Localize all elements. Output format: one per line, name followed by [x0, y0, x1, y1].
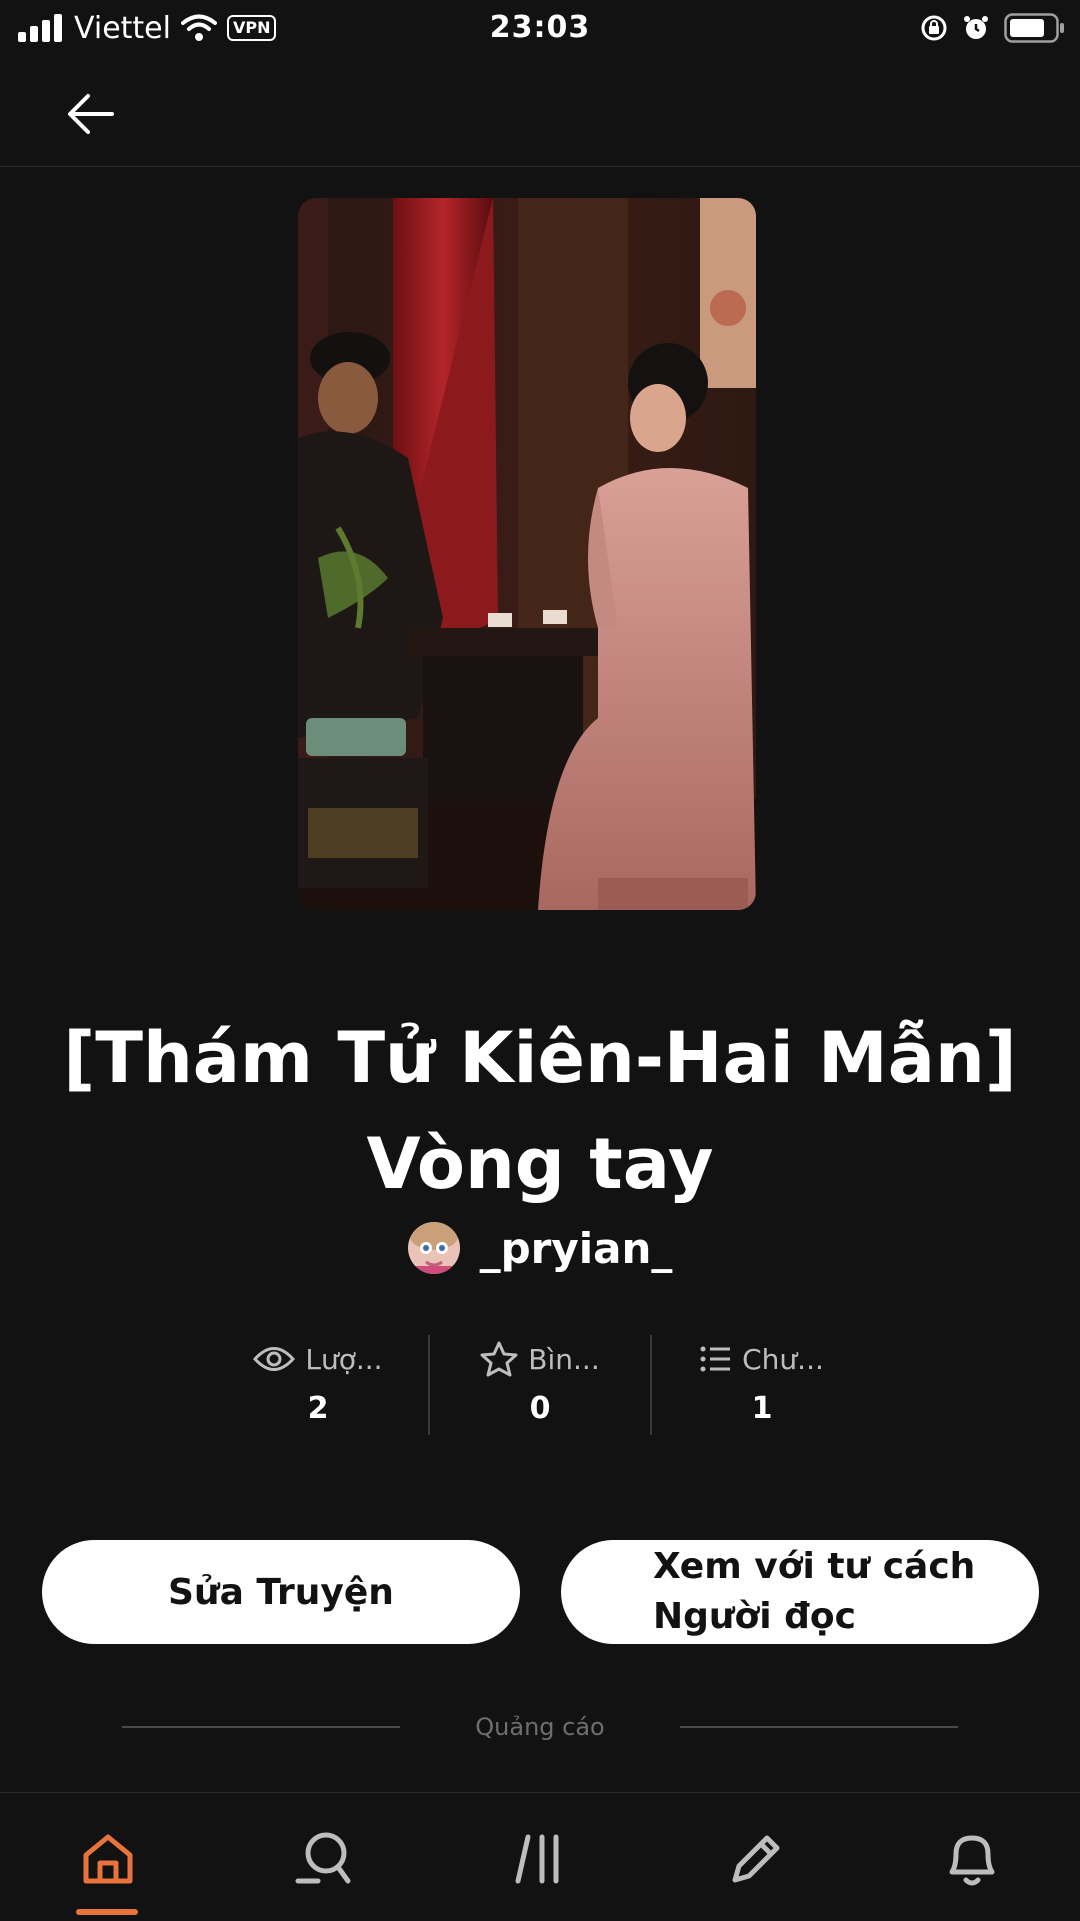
stat-reads: Lượ... 2 [208, 1335, 428, 1435]
arrow-left-icon [68, 94, 114, 134]
story-cover-image[interactable] [298, 198, 756, 910]
search-icon [295, 1832, 351, 1884]
edit-story-label: Sửa Truyện [168, 1571, 394, 1613]
top-bar [0, 58, 1080, 167]
story-title: [Thám Tử Kiên-Hai Mẫn] Vòng tay [63, 1017, 1017, 1205]
stat-votes: Bìn... 0 [428, 1335, 650, 1435]
view-as-reader-label-line1: Xem với tư cách [653, 1546, 976, 1587]
rotation-lock-icon [921, 15, 947, 41]
stat-value: 0 [529, 1391, 551, 1426]
nav-home[interactable] [68, 1819, 148, 1899]
battery-icon [1004, 13, 1064, 43]
story-stats: Lượ... 2 Bìn... 0 Chư... 1 [208, 1335, 872, 1435]
bottom-nav [0, 1792, 1080, 1921]
divider-line [122, 1726, 400, 1728]
eye-icon [253, 1347, 296, 1371]
edit-story-button[interactable]: Sửa Truyện [42, 1540, 520, 1644]
stat-parts: Chư... 1 [650, 1335, 872, 1435]
active-tab-indicator [76, 1909, 138, 1915]
stat-label: Lượ... [305, 1342, 383, 1376]
status-right [920, 8, 1066, 48]
cover-illustration [298, 198, 756, 910]
author-name: _pryian_ [479, 1223, 673, 1273]
stat-label: Bìn... [528, 1342, 600, 1376]
status-bar: Viettel VPN 23:03 [0, 0, 1080, 58]
nav-search[interactable] [284, 1819, 364, 1899]
status-time: 23:03 [489, 10, 591, 45]
nav-write[interactable] [716, 1819, 796, 1899]
divider-line [680, 1726, 958, 1728]
stat-value: 1 [751, 1391, 773, 1426]
stat-value: 2 [307, 1391, 329, 1426]
home-icon [83, 1834, 133, 1884]
view-as-reader-label-line2: Người đọc [653, 1596, 856, 1637]
stat-label: Chư... [742, 1342, 824, 1376]
view-as-reader-button[interactable]: Xem với tư cách Người đọc [561, 1540, 1039, 1644]
nav-library[interactable] [500, 1819, 580, 1899]
alarm-icon [964, 16, 988, 39]
ad-divider: Quảng cáo [122, 1708, 958, 1746]
star-icon [480, 1341, 518, 1377]
library-icon [515, 1834, 559, 1884]
back-button[interactable] [60, 82, 124, 146]
list-icon [700, 1346, 731, 1372]
bell-icon [949, 1835, 995, 1886]
avatar [407, 1222, 460, 1274]
nav-notifications[interactable] [932, 1819, 1012, 1899]
author-link[interactable]: _pryian_ [0, 1218, 1080, 1278]
ad-label: Quảng cáo [475, 1713, 605, 1741]
pencil-icon [732, 1835, 780, 1883]
